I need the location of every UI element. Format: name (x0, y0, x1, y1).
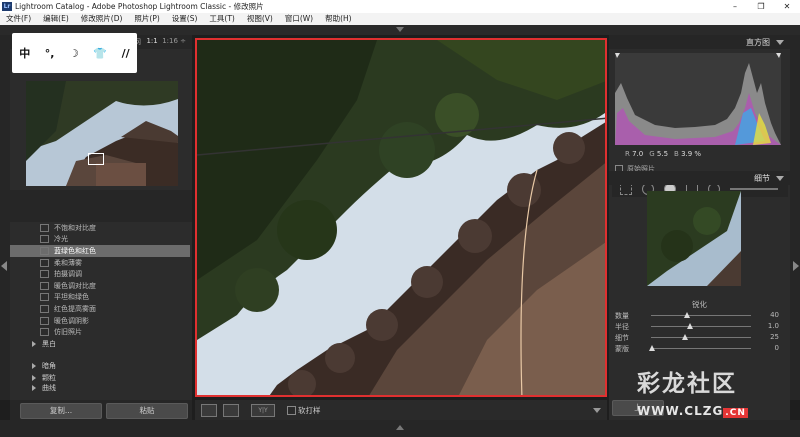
sharpening-title: 锐化 (692, 300, 707, 309)
detail-title: 细节 (754, 174, 770, 183)
presets-list: 不饱和对比度 冷光 蓝绿色和红色 柔和薄雾 拍摄调调 暖色调对比度 平坦和绿色 … (10, 222, 190, 392)
right-panel: 直方图 R 7.0 G 5.5 B 3.9 % 原始照片 细节 锐化 数量 40… (609, 35, 790, 420)
menu-settings[interactable]: 设置(S) (166, 13, 204, 25)
menu-help[interactable]: 帮助(H) (319, 13, 358, 25)
folder-expand-icon[interactable] (32, 363, 36, 370)
preset-folder[interactable]: 暗角 (10, 361, 190, 373)
preset-icon (40, 235, 49, 244)
watermark-char: 中 (19, 47, 31, 60)
preset-item[interactable]: 暖色调对比度 (10, 280, 190, 292)
menu-edit[interactable]: 编辑(E) (37, 13, 75, 25)
preset-item-selected[interactable]: 蓝绿色和红色 (10, 245, 190, 257)
right-panel-toggle[interactable] (790, 35, 800, 400)
stripes-icon: // (121, 46, 130, 60)
zoom-levels[interactable]: 1:1 1:16 ÷ (146, 37, 186, 45)
histogram-graph[interactable] (615, 53, 781, 145)
detail-header[interactable]: 细节 (609, 171, 790, 185)
slider-knob[interactable] (684, 312, 690, 318)
site-watermark-url: WWW.CLZG .CN (637, 404, 748, 418)
moon-icon: ☽ (69, 46, 79, 60)
before-after-mode-button[interactable]: Y|Y (251, 404, 275, 417)
slider-knob[interactable] (682, 334, 688, 340)
close-icon[interactable]: ✕ (774, 0, 800, 13)
preset-item[interactable]: 红色提高雾面 (10, 303, 190, 315)
preset-icon (40, 328, 49, 337)
title-bar: Lr Lightroom Catalog - Adobe Photoshop L… (0, 0, 800, 13)
preset-item[interactable]: 冷光 (10, 234, 190, 246)
amount-slider[interactable]: 数量 40 (615, 311, 785, 321)
radius-slider[interactable]: 半径 1.0 (615, 322, 785, 332)
menu-develop[interactable]: 修改照片(D) (75, 13, 129, 25)
preset-item[interactable]: 暖色调阴影 (10, 315, 190, 327)
detail-slider[interactable]: 细节 25 (615, 333, 785, 343)
navigator-preview[interactable] (26, 81, 178, 186)
collapse-detail-icon[interactable] (776, 176, 784, 181)
menu-window[interactable]: 窗口(W) (279, 13, 319, 25)
preset-icon (40, 304, 49, 313)
site-watermark: 彩龙社区 WWW.CLZG .CN (637, 364, 797, 430)
preset-folder[interactable]: 曲线 (10, 384, 190, 392)
shirt-icon: 👕 (93, 46, 108, 60)
preset-icon (40, 281, 49, 290)
toolbar: Y|Y 软打样 (195, 400, 607, 420)
preset-icon (40, 258, 49, 267)
watermark-badge: 中 °, ☽ 👕 // (12, 33, 137, 73)
menu-view[interactable]: 视图(V) (241, 13, 279, 25)
histogram-header[interactable]: 直方图 (609, 35, 790, 49)
preset-item[interactable]: 拍摄调调 (10, 268, 190, 280)
preset-icon (40, 270, 49, 279)
left-button-bar: 复制... 粘贴 (10, 400, 192, 420)
preset-folder[interactable]: 颗粒 (10, 372, 190, 384)
preset-item[interactable]: 不饱和对比度 (10, 222, 190, 234)
preset-icon (40, 223, 49, 232)
paste-settings-button[interactable]: 粘贴 (106, 403, 188, 419)
histogram-readout: R 7.0 G 5.5 B 3.9 % (625, 150, 702, 158)
adjustment-brush-icon[interactable] (730, 188, 778, 190)
folder-expand-icon[interactable] (32, 340, 36, 347)
collapse-left-icon[interactable] (1, 261, 7, 271)
main-photo[interactable] (195, 38, 607, 397)
collapse-histogram-icon[interactable] (776, 40, 784, 45)
preset-item[interactable]: 平坦和绿色 (10, 292, 190, 304)
lightroom-app-icon: Lr (2, 2, 12, 11)
preset-icon (40, 316, 49, 325)
preset-item[interactable]: 仿旧照片 (10, 326, 190, 338)
preset-item[interactable]: 柔和薄雾 (10, 257, 190, 269)
collapse-top-icon[interactable] (396, 27, 404, 32)
window-controls: – ❐ ✕ (722, 0, 800, 13)
menu-tools[interactable]: 工具(T) (203, 13, 240, 25)
window-title: Lightroom Catalog - Adobe Photoshop Ligh… (15, 2, 264, 11)
preset-icon (40, 293, 49, 302)
folder-expand-icon[interactable] (32, 384, 36, 391)
menu-file[interactable]: 文件(F) (0, 13, 37, 25)
minimize-icon[interactable]: – (722, 0, 748, 13)
menu-photo[interactable]: 照片(P) (128, 13, 165, 25)
before-after-button[interactable] (223, 404, 239, 417)
menu-bar: 文件(F) 编辑(E) 修改照片(D) 照片(P) 设置(S) 工具(T) 视图… (0, 13, 800, 25)
left-panel-toggle[interactable] (0, 35, 10, 400)
copy-settings-button[interactable]: 复制... (20, 403, 102, 419)
site-watermark-name: 彩龙社区 (637, 370, 737, 397)
folder-expand-icon[interactable] (32, 374, 36, 381)
navigator-zoom-rect[interactable] (88, 153, 104, 165)
soft-proof-label: 软打样 (298, 406, 321, 415)
slider-knob[interactable] (687, 323, 693, 329)
navigator-divider (10, 190, 192, 222)
soft-proof-checkbox[interactable] (287, 406, 296, 415)
collapse-right-icon[interactable] (793, 261, 799, 271)
toolbar-menu-icon[interactable] (593, 408, 601, 413)
preset-folder[interactable]: 黑白 (10, 338, 190, 350)
collapse-filmstrip-icon[interactable] (396, 425, 404, 430)
detail-preview[interactable] (647, 191, 741, 286)
preset-icon (40, 246, 49, 255)
maximize-icon[interactable]: ❐ (748, 0, 774, 13)
loupe-view-button[interactable] (201, 404, 217, 417)
histogram-title: 直方图 (746, 38, 770, 47)
watermark-char: °, (44, 46, 55, 60)
slider-knob[interactable] (649, 345, 655, 351)
masking-slider[interactable]: 蒙版 0 (615, 344, 785, 354)
